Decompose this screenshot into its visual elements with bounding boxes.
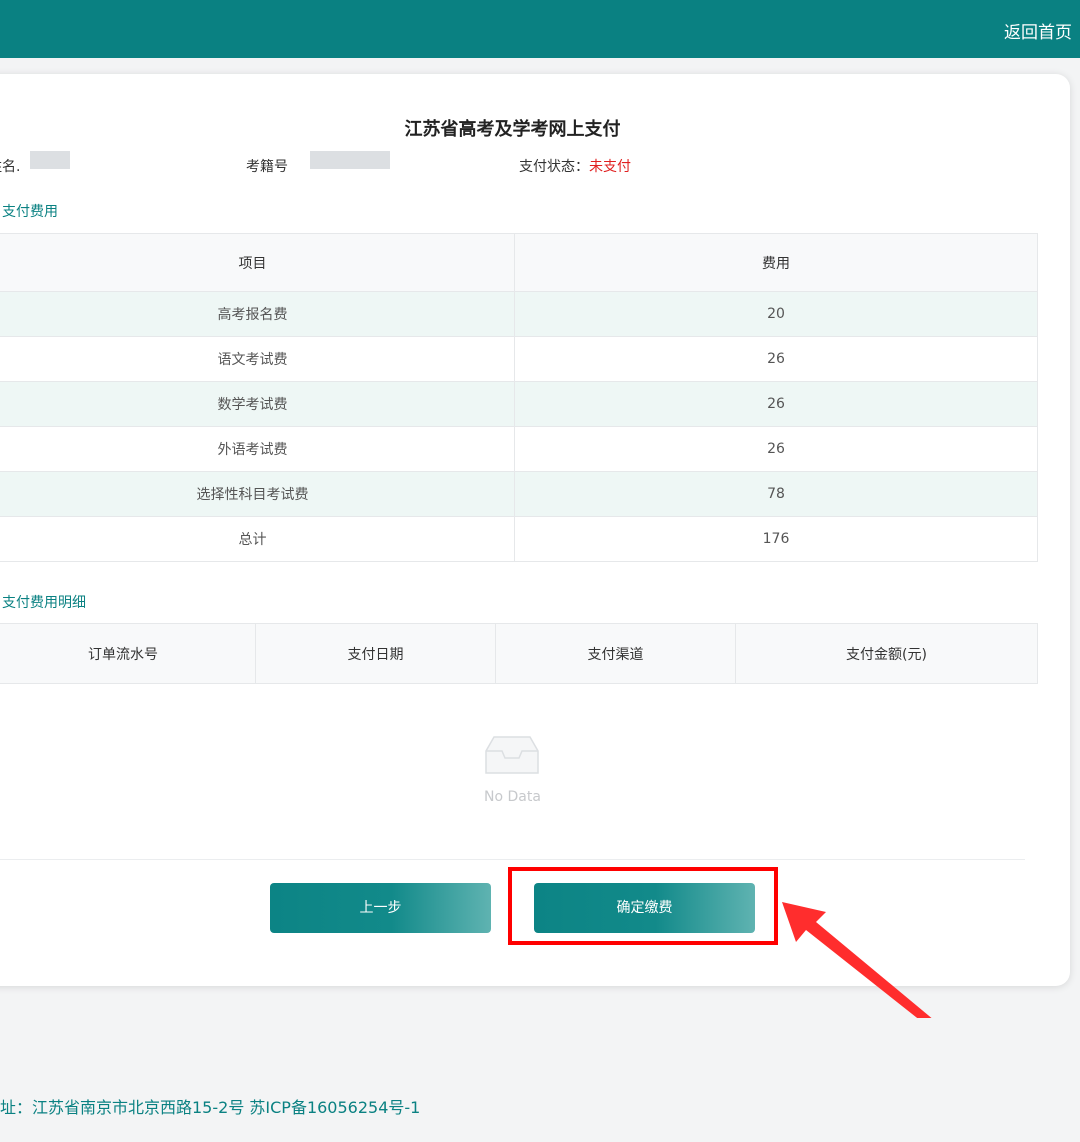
name-label: 姓名. xyxy=(0,159,21,175)
fee-amount-cell: 26 xyxy=(514,381,1038,427)
column-header-pay-channel: 支付渠道 xyxy=(495,623,736,684)
table-row: 高考报名费 20 xyxy=(0,291,1038,337)
fee-amount-cell: 26 xyxy=(514,426,1038,472)
pay-status-label: 支付状态： xyxy=(519,159,589,175)
top-nav-bar: 返回首页 xyxy=(0,0,1080,58)
fee-amount-cell: 176 xyxy=(514,516,1038,562)
table-row-total: 总计 176 xyxy=(0,516,1038,562)
column-header-order-no: 订单流水号 xyxy=(0,623,256,684)
fee-amount-cell: 26 xyxy=(514,336,1038,382)
name-redacted xyxy=(30,151,70,169)
footer-address: 址：江苏省南京市北京西路15-2号 苏ICP备16056254号-1 xyxy=(0,1098,421,1117)
back-to-home-link[interactable]: 返回首页 xyxy=(1004,18,1072,43)
fee-item-cell: 总计 xyxy=(0,516,515,562)
table-row: 语文考试费 26 xyxy=(0,336,1038,382)
page-title: 江苏省高考及学考网上支付 xyxy=(404,119,621,140)
payment-details-table: 订单流水号 支付日期 支付渠道 支付金额(元) xyxy=(0,623,1038,684)
column-header-item: 项目 xyxy=(0,233,515,292)
fees-table-header: 项目 费用 xyxy=(0,233,1038,292)
fees-table: 项目 费用 高考报名费 20 语文考试费 26 数学考试费 26 外语考试费 2… xyxy=(0,233,1038,562)
fee-item-cell: 数学考试费 xyxy=(0,381,515,427)
fee-item-cell: 语文考试费 xyxy=(0,336,515,382)
fee-item-cell: 外语考试费 xyxy=(0,426,515,472)
table-row: 选择性科目考试费 78 xyxy=(0,471,1038,517)
card-divider xyxy=(0,859,1025,860)
fees-section-title: 支付费用 xyxy=(2,204,58,220)
details-section-title: 支付费用明细 xyxy=(2,595,86,611)
empty-inbox-icon xyxy=(485,736,539,774)
pay-status: 支付状态：未支付 xyxy=(519,156,631,176)
column-header-pay-amount: 支付金额(元) xyxy=(735,623,1038,684)
footer xyxy=(0,1018,1080,1142)
details-table-header: 订单流水号 支付日期 支付渠道 支付金额(元) xyxy=(0,623,1038,684)
empty-state-text: No Data xyxy=(484,789,541,805)
fee-item-cell: 高考报名费 xyxy=(0,291,515,337)
previous-step-button[interactable]: 上一步 xyxy=(270,883,491,933)
column-header-pay-date: 支付日期 xyxy=(255,623,496,684)
table-row: 数学考试费 26 xyxy=(0,381,1038,427)
table-row: 外语考试费 26 xyxy=(0,426,1038,472)
exam-no-label: 考籍号 xyxy=(246,159,288,175)
fee-item-cell: 选择性科目考试费 xyxy=(0,471,515,517)
fee-amount-cell: 20 xyxy=(514,291,1038,337)
annotation-highlight-box xyxy=(508,867,778,945)
column-header-fee: 费用 xyxy=(514,233,1038,292)
exam-no-redacted xyxy=(310,151,390,169)
fee-amount-cell: 78 xyxy=(514,471,1038,517)
pay-status-value: 未支付 xyxy=(589,159,631,175)
